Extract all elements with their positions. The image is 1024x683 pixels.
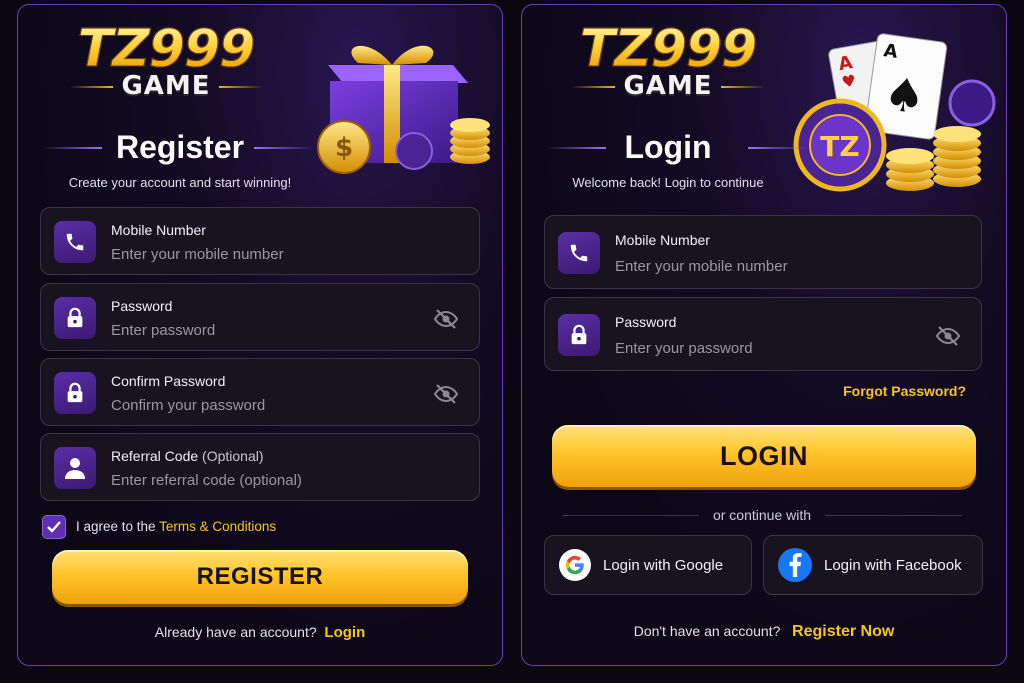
page-subtitle: Welcome back! Login to continue (572, 175, 764, 190)
svg-text:♠: ♠ (881, 66, 929, 125)
social-divider: or continue with (562, 507, 962, 523)
eye-off-icon[interactable] (433, 308, 459, 330)
mobile-number-field[interactable]: Mobile Number (40, 207, 480, 275)
mobile-number-input[interactable] (111, 246, 411, 263)
password-field[interactable]: Password (544, 297, 982, 371)
brand-logo: TZ999 GAME (56, 23, 276, 100)
password-field[interactable]: Password (40, 283, 480, 351)
eye-off-icon[interactable] (935, 325, 961, 347)
login-prompt: Already have an account? Login (18, 624, 502, 641)
login-panel: A ♥ A ♠ TZ TZ999 GAME Login Welcome back… (521, 4, 1007, 666)
register-prompt-text: Don't have an account? (633, 623, 781, 639)
register-now-link[interactable]: Register Now (792, 623, 894, 640)
referral-code-input[interactable] (111, 472, 411, 489)
page-title: Login (624, 129, 712, 165)
logo-subtext: GAME (558, 73, 778, 99)
eye-off-icon[interactable] (433, 383, 459, 405)
facebook-login-label: Login with Facebook (824, 556, 962, 574)
login-prompt-text: Already have an account? (154, 624, 317, 640)
terms-prefix: I agree to the (76, 519, 156, 534)
mobile-number-label: Mobile Number (615, 232, 710, 248)
page-subtitle: Create your account and start winning! (68, 175, 292, 190)
mobile-number-field[interactable]: Mobile Number (544, 215, 982, 289)
facebook-login-button[interactable]: Login with Facebook (763, 535, 983, 595)
confirm-password-field[interactable]: Confirm Password (40, 358, 480, 426)
logo-text: TZ999 (56, 23, 276, 76)
google-login-label: Login with Google (603, 556, 724, 574)
login-link[interactable]: Login (324, 624, 365, 641)
svg-text:A: A (882, 40, 899, 63)
password-input[interactable] (111, 322, 411, 339)
referral-label-text: Referral Code (111, 448, 199, 464)
phone-icon (54, 221, 96, 263)
divider-line (562, 514, 699, 516)
password-label: Password (111, 298, 173, 314)
google-icon (559, 549, 591, 581)
lock-icon (558, 314, 600, 356)
phone-icon (558, 232, 600, 274)
check-icon (47, 521, 61, 533)
logo-subtext: GAME (56, 73, 276, 99)
confirm-password-label: Confirm Password (111, 373, 226, 389)
password-input[interactable] (615, 340, 915, 357)
confirm-password-input[interactable] (111, 397, 411, 414)
google-login-button[interactable]: Login with Google (544, 535, 752, 595)
referral-code-field[interactable]: Referral Code (Optional) (40, 433, 480, 501)
mobile-number-input[interactable] (615, 258, 915, 275)
forgot-password-link[interactable]: Forgot Password? (843, 383, 966, 399)
lock-icon (54, 297, 96, 339)
referral-label-optional: (Optional) (202, 448, 264, 464)
terms-checkbox[interactable] (42, 515, 66, 539)
lock-icon (54, 372, 96, 414)
login-button[interactable]: LOGIN (552, 425, 976, 487)
user-icon (54, 447, 96, 489)
referral-code-label: Referral Code (Optional) (111, 448, 264, 464)
facebook-icon (778, 548, 812, 582)
register-prompt: Don't have an account? Register Now (522, 623, 1006, 641)
register-button[interactable]: REGISTER (52, 550, 468, 604)
mobile-number-label: Mobile Number (111, 222, 206, 238)
divider-text: or continue with (712, 507, 812, 523)
register-panel: $ TZ999 GAME Register Create your accoun… (17, 4, 503, 666)
terms-link[interactable]: Terms & Conditions (159, 519, 276, 534)
password-label: Password (615, 314, 677, 330)
page-title: Register (115, 129, 245, 165)
brand-logo: TZ999 GAME (558, 23, 778, 100)
terms-text: I agree to the Terms & Conditions (76, 519, 276, 534)
divider-line (825, 514, 962, 516)
logo-text: TZ999 (558, 23, 778, 76)
